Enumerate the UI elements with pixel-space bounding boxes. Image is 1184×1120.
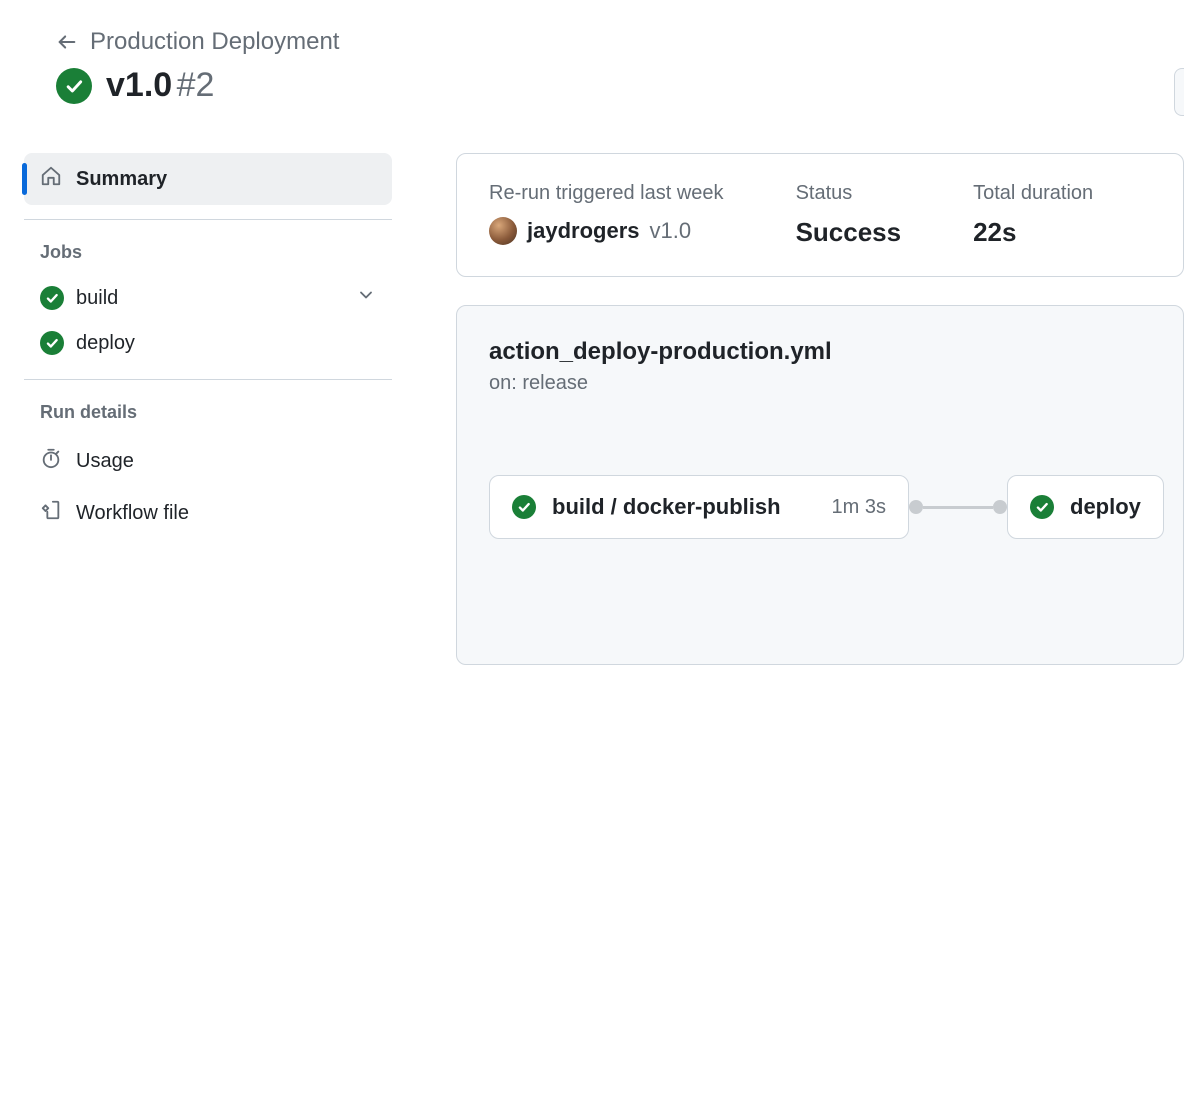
workflow-filename: action_deploy-production.yml: [489, 338, 1151, 366]
connector-dot-icon: [993, 500, 1007, 514]
check-icon: [40, 331, 64, 355]
connector-line: [923, 506, 993, 509]
sidebar-item-summary[interactable]: Summary: [24, 153, 392, 205]
sidebar-jobs-header: Jobs: [24, 234, 392, 275]
sidebar-job-deploy[interactable]: deploy: [24, 321, 392, 365]
workflow-graph-card: action_deploy-production.yml on: release…: [456, 305, 1184, 665]
status-value: Success: [796, 217, 902, 248]
chevron-down-icon[interactable]: [356, 285, 376, 311]
triggered-label: Re-run triggered last week: [489, 182, 724, 205]
check-icon: [1030, 495, 1054, 519]
duration-label: Total duration: [973, 182, 1093, 205]
top-right-partial-button[interactable]: [1174, 68, 1184, 116]
breadcrumb: Production Deployment: [24, 28, 1184, 56]
divider: [24, 379, 392, 380]
job-node-deploy[interactable]: deploy: [1007, 475, 1164, 539]
actor-name[interactable]: jaydrogers: [527, 218, 640, 244]
sidebar-summary-label: Summary: [76, 168, 167, 191]
sidebar: Summary Jobs build deploy Run: [24, 153, 392, 665]
back-arrow-icon[interactable]: [56, 31, 78, 53]
job-node-name: deploy: [1070, 494, 1141, 520]
run-version: v1.0: [106, 66, 172, 104]
check-icon: [512, 495, 536, 519]
sidebar-item-usage[interactable]: Usage: [24, 435, 392, 487]
breadcrumb-workflow-name[interactable]: Production Deployment: [90, 28, 339, 56]
page-title-row: v1.0 #2: [24, 66, 1184, 105]
connector-dot-icon: [909, 500, 923, 514]
job-label: build: [76, 287, 344, 310]
sidebar-job-build[interactable]: build: [24, 275, 392, 321]
job-node-name: build / docker-publish: [552, 494, 816, 520]
status-label: Status: [796, 182, 902, 205]
sidebar-rundetails-header: Run details: [24, 394, 392, 435]
main-content: Re-run triggered last week jaydrogers v1…: [456, 153, 1184, 665]
file-code-icon: [40, 499, 62, 527]
job-label: deploy: [76, 332, 376, 355]
home-icon: [40, 165, 62, 193]
graph-connector: [909, 500, 1007, 514]
workflow-trigger: on: release: [489, 372, 1151, 395]
duration-value: 22s: [973, 217, 1093, 248]
sidebar-item-workflow-file[interactable]: Workflow file: [24, 487, 392, 539]
triggered-actor-row: jaydrogers v1.0: [489, 217, 724, 245]
run-number: #2: [177, 66, 215, 104]
page-title: v1.0 #2: [106, 66, 214, 105]
run-status-icon: [56, 68, 92, 104]
avatar[interactable]: [489, 217, 517, 245]
workflow-graph: build / docker-publish 1m 3s deploy: [489, 475, 1151, 539]
check-icon: [40, 286, 64, 310]
job-node-build[interactable]: build / docker-publish 1m 3s: [489, 475, 909, 539]
job-node-duration: 1m 3s: [832, 496, 886, 519]
sidebar-workflow-file-label: Workflow file: [76, 502, 189, 525]
summary-card: Re-run triggered last week jaydrogers v1…: [456, 153, 1184, 277]
sidebar-usage-label: Usage: [76, 450, 134, 473]
stopwatch-icon: [40, 447, 62, 475]
divider: [24, 219, 392, 220]
actor-ref: v1.0: [650, 218, 692, 244]
